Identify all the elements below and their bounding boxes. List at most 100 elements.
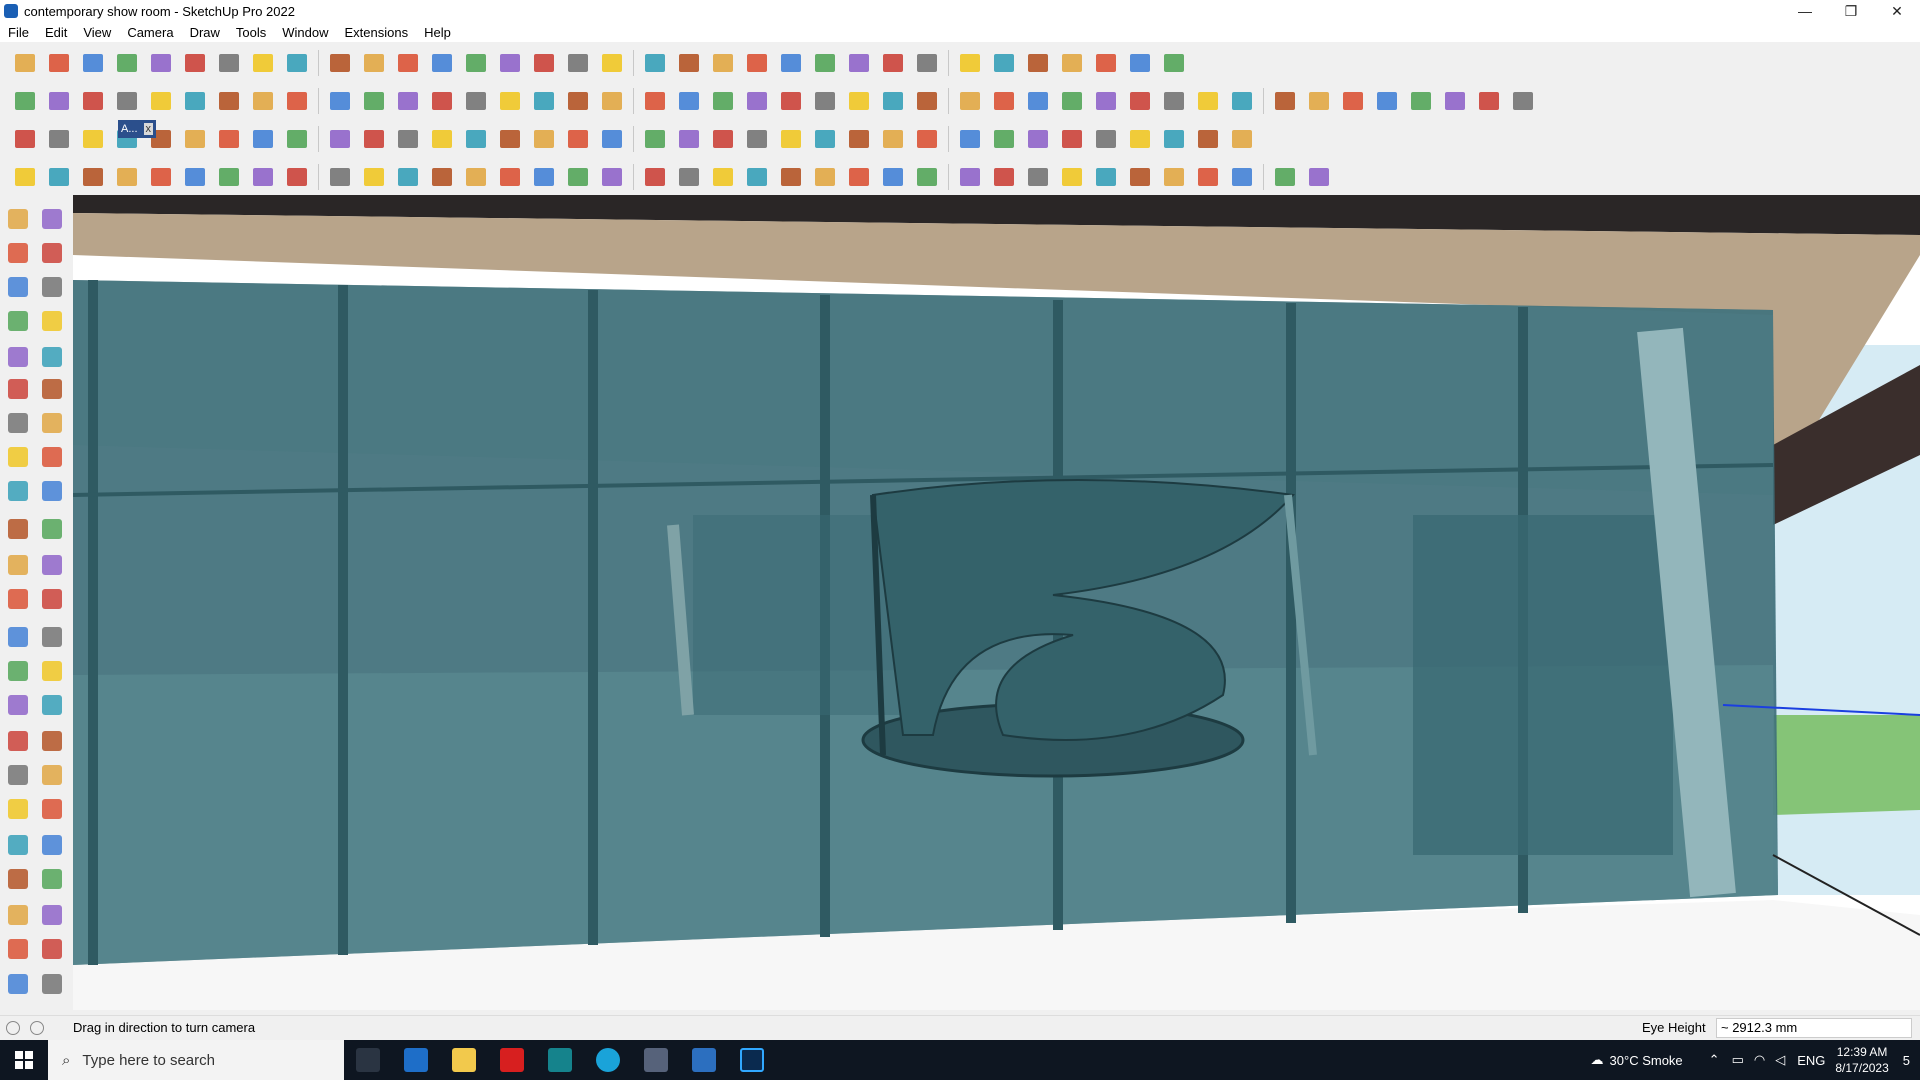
toolbar-tool-button[interactable] [598,125,626,153]
toolbar-tool-button[interactable] [79,49,107,77]
toolbar-tool-button[interactable] [11,49,39,77]
toolbar-tool-button[interactable] [913,163,941,191]
left-tool-button[interactable] [4,477,32,505]
toolbar-tool-button[interactable] [428,125,456,153]
toolbar-tool-button[interactable] [1160,163,1188,191]
left-tool-button[interactable] [38,551,66,579]
left-tool-button[interactable] [38,691,66,719]
toolbar-tool-button[interactable] [283,125,311,153]
toolbar-tool-button[interactable] [181,87,209,115]
left-tool-button[interactable] [4,343,32,371]
toolbar-tool-button[interactable] [990,125,1018,153]
toolbar-tool-button[interactable] [743,163,771,191]
menu-camera[interactable]: Camera [119,25,181,40]
toolbar-tool-button[interactable] [249,163,277,191]
left-tool-button[interactable] [38,239,66,267]
toolbar-tool-button[interactable] [326,87,354,115]
left-tool-button[interactable] [38,515,66,543]
toolbar-tool-button[interactable] [496,49,524,77]
toolbar-tool-button[interactable] [1160,87,1188,115]
toolbar-tool-button[interactable] [1475,87,1503,115]
toolbar-tool-button[interactable] [641,49,669,77]
edge-app[interactable] [584,1040,632,1080]
file-explorer-app[interactable] [440,1040,488,1080]
left-tool-button[interactable] [4,935,32,963]
toolbar-tool-button[interactable] [1228,163,1256,191]
toolbar-tool-button[interactable] [496,87,524,115]
toolbar-tool-button[interactable] [45,87,73,115]
toolbar-tool-button[interactable] [811,49,839,77]
toolbar-tool-button[interactable] [283,49,311,77]
toolbar-tool-button[interactable] [326,163,354,191]
toolbar-tool-button[interactable] [45,125,73,153]
left-tool-button[interactable] [4,551,32,579]
toolbar-tool-button[interactable] [1194,87,1222,115]
toolbar-tool-button[interactable] [1271,163,1299,191]
toolbar-tool-button[interactable] [956,125,984,153]
toolbar-tool-button[interactable] [360,49,388,77]
toolbar-tool-button[interactable] [641,163,669,191]
left-tool-button[interactable] [4,727,32,755]
toolbar-tool-button[interactable] [879,49,907,77]
toolbar-tool-button[interactable] [428,87,456,115]
left-tool-button[interactable] [38,970,66,998]
toolbar-tool-button[interactable] [113,87,141,115]
measurement-input[interactable]: ~ 2912.3 mm [1716,1018,1912,1038]
left-tool-button[interactable] [38,623,66,651]
toolbar-tool-button[interactable] [777,87,805,115]
toolbar-tool-button[interactable] [1160,49,1188,77]
toolbar-tool-button[interactable] [360,87,388,115]
toolbar-tool-button[interactable] [879,125,907,153]
left-tool-button[interactable] [38,795,66,823]
toolbar-tool-button[interactable] [913,125,941,153]
toolbar-tool-button[interactable] [113,49,141,77]
language-indicator[interactable]: ENG [1797,1053,1825,1068]
toolbar-tool-button[interactable] [777,125,805,153]
toolbar-tool-button[interactable] [1228,125,1256,153]
left-tool-button[interactable] [38,831,66,859]
toolbar-tool-button[interactable] [326,125,354,153]
toolbar-tool-button[interactable] [147,163,175,191]
toolbar-tool-button[interactable] [1092,49,1120,77]
left-tool-button[interactable] [4,970,32,998]
toolbar-tool-button[interactable] [1228,87,1256,115]
toolbar-tool-button[interactable] [845,163,873,191]
toolbar-tool-button[interactable] [11,87,39,115]
toolbar-tool-button[interactable] [45,49,73,77]
left-tool-button[interactable] [38,375,66,403]
left-tool-button[interactable] [4,623,32,651]
toolbar-tool-button[interactable] [215,125,243,153]
toolbar-tool-button[interactable] [709,163,737,191]
toolbar-tool-button[interactable] [743,49,771,77]
left-tool-button[interactable] [38,901,66,929]
toolbar-tool-button[interactable] [1509,87,1537,115]
toolbar-tool-button[interactable] [79,125,107,153]
toolbar-tool-button[interactable] [79,163,107,191]
toolbar-tool-button[interactable] [11,125,39,153]
toolbar-tool-button[interactable] [360,163,388,191]
toolbar-tool-button[interactable] [1407,87,1435,115]
menu-draw[interactable]: Draw [182,25,228,40]
toolbar-tool-button[interactable] [956,87,984,115]
tray-chevron-icon[interactable]: ⌃ [1709,1052,1720,1068]
toolbar-tool-button[interactable] [113,163,141,191]
left-tool-button[interactable] [4,273,32,301]
toolbar-tool-button[interactable] [709,125,737,153]
toolbar-tool-button[interactable] [743,125,771,153]
left-tool-button[interactable] [4,585,32,613]
toolbar-tool-button[interactable] [1160,125,1188,153]
calculator-app[interactable] [392,1040,440,1080]
toolbar-tool-button[interactable] [956,163,984,191]
minimize-button[interactable]: — [1782,0,1828,22]
left-tool-button[interactable] [4,657,32,685]
menu-window[interactable]: Window [274,25,336,40]
toolbar-tool-button[interactable] [1126,163,1154,191]
toolbar-tool-button[interactable] [564,49,592,77]
toolbar-tool-button[interactable] [79,87,107,115]
close-button[interactable]: ✕ [1874,0,1920,22]
toolbar-tool-button[interactable] [913,87,941,115]
toolbar-tool-button[interactable] [777,49,805,77]
toolbar-tool-button[interactable] [1058,163,1086,191]
left-tool-button[interactable] [38,205,66,233]
toolbar-tool-button[interactable] [1024,49,1052,77]
